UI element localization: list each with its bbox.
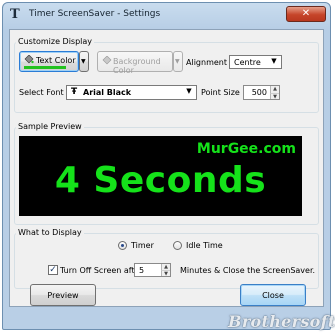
chevron-down-icon: ▼ bbox=[186, 87, 192, 95]
idle-time-radio-label[interactable]: Idle Time bbox=[186, 241, 223, 250]
alignment-value: Centre bbox=[234, 58, 261, 67]
close-button-label: Close bbox=[262, 291, 284, 300]
what-to-display-label: What to Display bbox=[16, 228, 84, 237]
close-button[interactable]: Close bbox=[240, 284, 306, 306]
app-icon: T bbox=[10, 7, 20, 22]
text-color-label: Text Color bbox=[36, 56, 76, 65]
preview-button[interactable]: Preview bbox=[30, 284, 96, 306]
select-font-label: Select Font : bbox=[19, 88, 69, 97]
text-color-dropdown[interactable]: ▼ bbox=[79, 51, 89, 72]
settings-window: T Timer ScreenSaver - Settings ✕ Customi… bbox=[2, 2, 331, 330]
point-size-label: Point Size bbox=[201, 88, 240, 97]
background-color-button[interactable]: Background Color bbox=[97, 51, 173, 75]
decrement-arrow-icon[interactable]: ▼ bbox=[161, 270, 170, 277]
timer-radio[interactable] bbox=[118, 241, 127, 250]
alignment-select[interactable]: Centre ▼ bbox=[229, 55, 282, 69]
turn-off-screen-checkbox[interactable]: ✓ bbox=[48, 265, 58, 275]
text-color-button[interactable]: Text Color bbox=[19, 51, 79, 72]
point-size-value: 500 bbox=[251, 88, 267, 97]
title-bar[interactable]: T Timer ScreenSaver - Settings ✕ bbox=[3, 3, 330, 27]
minutes-value: 5 bbox=[139, 266, 145, 275]
chevron-down-icon: ▼ bbox=[81, 58, 86, 65]
font-select[interactable]: Ŧ Arial Black ▼ bbox=[66, 85, 197, 100]
chevron-down-icon: ▼ bbox=[271, 57, 277, 65]
close-icon: ✕ bbox=[301, 8, 311, 19]
decrement-arrow-icon[interactable]: ▼ bbox=[270, 92, 279, 99]
minutes-stepper[interactable]: 5 ▲ ▼ bbox=[134, 263, 171, 277]
alignment-label: Alignment : bbox=[186, 58, 233, 67]
what-to-display-group bbox=[14, 233, 319, 289]
turn-off-screen-label[interactable]: Turn Off Screen after bbox=[60, 266, 143, 275]
preview-brand-text: MurGee.com bbox=[196, 141, 296, 157]
chevron-down-icon: ▼ bbox=[175, 58, 180, 65]
font-value: Arial Black bbox=[83, 88, 132, 97]
background-color-label: Background Color bbox=[113, 57, 161, 75]
preview-button-label: Preview bbox=[47, 291, 79, 300]
point-size-stepper[interactable]: 500 ▲ ▼ bbox=[243, 85, 280, 100]
dialog-client: Customize Display Text Color ▼ Backgroun… bbox=[9, 29, 324, 307]
background-color-dropdown[interactable]: ▼ bbox=[173, 51, 183, 72]
timer-radio-label[interactable]: Timer bbox=[131, 241, 154, 250]
preview-main-text: 4 Seconds bbox=[54, 160, 267, 201]
brothersoft-watermark: Brothersoft bbox=[228, 312, 335, 331]
window-close-button[interactable]: ✕ bbox=[286, 6, 326, 22]
text-color-swatch bbox=[24, 66, 66, 69]
font-icon: Ŧ bbox=[71, 87, 78, 97]
window-title: Timer ScreenSaver - Settings bbox=[29, 9, 161, 19]
minutes-suffix-label: Minutes & Close the ScreenSaver. bbox=[180, 266, 316, 275]
paint-bucket-icon bbox=[102, 55, 112, 65]
idle-time-radio[interactable] bbox=[173, 241, 182, 250]
sample-preview-panel: MurGee.com 4 Seconds bbox=[19, 136, 302, 216]
sample-preview-label: Sample Preview bbox=[16, 122, 84, 131]
paint-bucket-icon bbox=[24, 54, 34, 64]
customize-display-label: Customize Display bbox=[16, 37, 95, 46]
